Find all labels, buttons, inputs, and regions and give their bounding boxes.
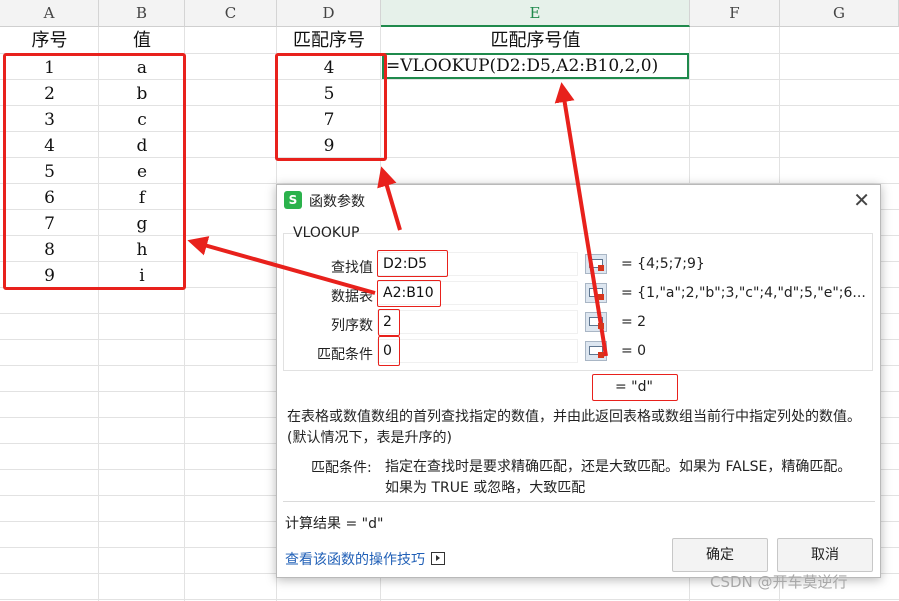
arrow-to-data-table [187, 236, 376, 295]
annotation-arrows [187, 82, 608, 357]
arrow-to-lookup-values [377, 166, 402, 231]
arrow-to-formula [554, 82, 608, 357]
watermark: CSDN @开车莫逆行 [710, 573, 848, 591]
